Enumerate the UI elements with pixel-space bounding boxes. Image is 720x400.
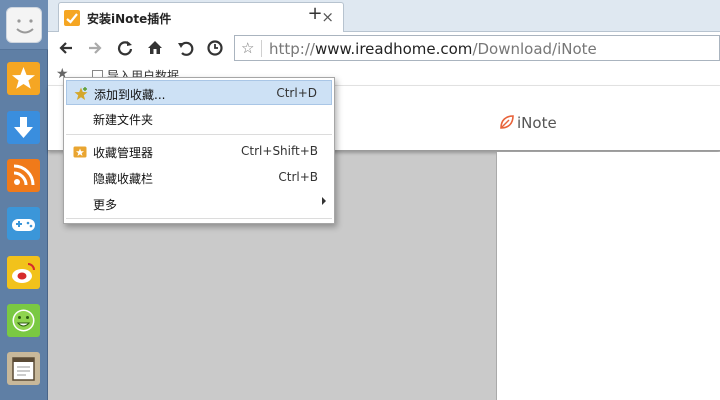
menu-item-shortcut: Ctrl+Shift+B	[241, 144, 318, 158]
menu-item-more[interactable]: 更多	[66, 191, 332, 216]
site-favicon-icon	[64, 10, 80, 26]
history-clock-icon[interactable]	[205, 38, 225, 58]
menu-item-label: 收藏管理器	[93, 146, 154, 160]
content-panel	[496, 152, 720, 400]
gamepad-icon[interactable]	[7, 207, 40, 240]
address-bar[interactable]: ☆ http://www.ireadhome.com/Download/iNot…	[234, 35, 720, 61]
favorites-manager-icon	[72, 144, 88, 160]
tab-install-inote[interactable]: 安装iNote插件 ×	[58, 2, 344, 32]
navigation-toolbar: ☆ http://www.ireadhome.com/Download/iNot…	[48, 32, 720, 64]
submenu-arrow-icon	[322, 197, 326, 205]
menu-item-add-bookmark[interactable]: 添加到收藏... Ctrl+D	[66, 80, 332, 105]
menu-item-hide-bookmarks-bar[interactable]: 隐藏收藏栏 Ctrl+B	[66, 165, 332, 190]
menu-item-label: 隐藏收藏栏	[93, 172, 154, 186]
address-divider	[261, 40, 262, 57]
new-tab-button[interactable]: +	[304, 3, 326, 27]
menu-item-label: 新建文件夹	[93, 113, 154, 127]
star-add-icon	[73, 86, 89, 102]
home-icon[interactable]	[145, 38, 165, 58]
menu-separator	[66, 134, 332, 135]
bookmarks-context-menu: 添加到收藏... Ctrl+D 新建文件夹 收藏管理器 Ctrl+Shift+B…	[63, 77, 335, 224]
menu-item-favorites-manager[interactable]: 收藏管理器 Ctrl+Shift+B	[66, 139, 332, 164]
menu-separator	[66, 218, 332, 219]
rss-icon[interactable]	[7, 159, 40, 192]
refresh-icon[interactable]	[115, 38, 135, 58]
tab-strip: 安装iNote插件 × +	[48, 0, 720, 32]
back-arrow-icon[interactable]	[56, 38, 76, 58]
smile-face-icon[interactable]	[7, 304, 40, 337]
smiley-logo-icon[interactable]	[6, 7, 42, 43]
url-prefix: http://	[269, 40, 315, 58]
sidebar-header	[0, 0, 48, 50]
bookmark-star-icon[interactable]: ☆	[241, 39, 254, 57]
menu-item-label: 更多	[93, 198, 118, 212]
tab-title: 安装iNote插件	[87, 12, 172, 26]
notepad-icon[interactable]	[7, 352, 40, 385]
undo-close-tab-icon[interactable]	[175, 38, 195, 58]
inote-logo[interactable]: iNote	[498, 114, 557, 132]
menu-item-new-folder[interactable]: 新建文件夹	[66, 106, 332, 131]
menu-item-shortcut: Ctrl+D	[276, 86, 317, 100]
leaf-icon	[500, 115, 514, 129]
menu-item-label: 添加到收藏...	[94, 88, 166, 102]
download-icon[interactable]	[7, 111, 40, 144]
app-sidebar	[0, 0, 48, 400]
favorites-star-icon[interactable]	[7, 62, 40, 95]
logo-text: iNote	[517, 114, 557, 132]
url-text[interactable]: http://www.ireadhome.com/Download/iNote	[269, 40, 597, 58]
weibo-icon[interactable]	[7, 256, 40, 289]
url-host: www.ireadhome.com	[314, 40, 473, 58]
forward-arrow-icon[interactable]	[85, 38, 105, 58]
menu-item-shortcut: Ctrl+B	[278, 170, 318, 184]
url-path: /Download/iNote	[472, 40, 597, 58]
